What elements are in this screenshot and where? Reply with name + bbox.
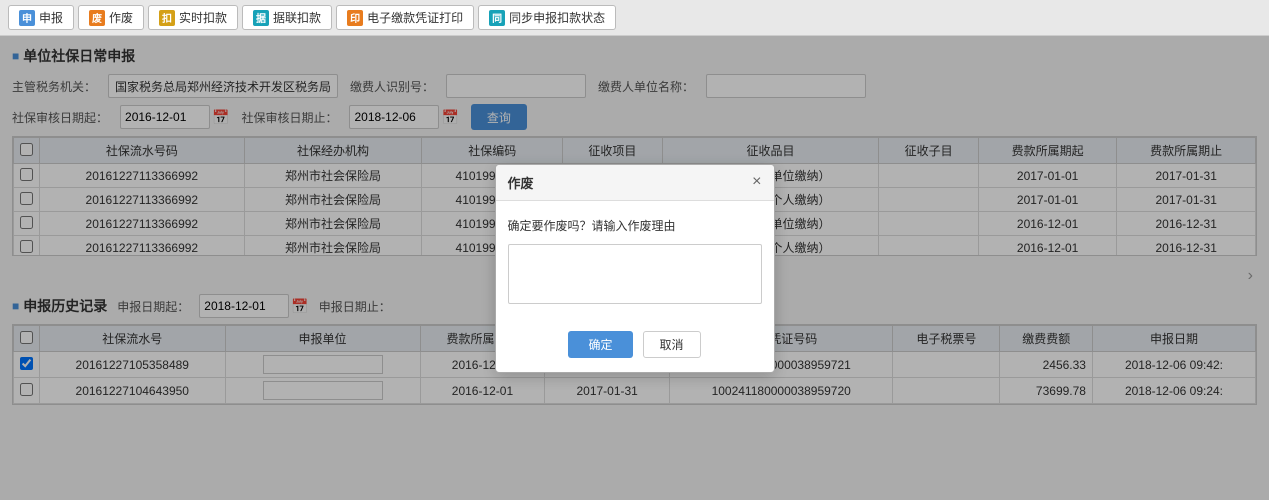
main-content: 单位社保日常申报 主管税务机关： 国家税务总局郑州经济技术开发区税务局 缴费人识… xyxy=(0,36,1269,500)
jujian-label: 据联扣款 xyxy=(273,9,321,26)
modal-confirm-btn[interactable]: 确定 xyxy=(568,331,632,358)
zuofei-label: 作废 xyxy=(109,9,133,26)
zuofei-modal: 作废 × 确定要作废吗？请输入作废理由 确定 取消 xyxy=(495,164,775,373)
zuofei-icon: 废 xyxy=(89,10,105,26)
modal-message: 确定要作废吗？请输入作废理由 xyxy=(508,217,762,234)
modal-cancel-btn[interactable]: 取消 xyxy=(643,331,701,358)
tongbu-icon: 同 xyxy=(489,10,505,26)
tongbu-label: 同步申报扣款状态 xyxy=(509,9,605,26)
toolbar-shenbao-btn[interactable]: 申 申报 xyxy=(8,5,74,30)
dianzi-icon: 印 xyxy=(347,10,363,26)
modal-reason-input[interactable] xyxy=(508,244,762,304)
shishi-label: 实时扣款 xyxy=(179,9,227,26)
toolbar-tongbu-btn[interactable]: 同 同步申报扣款状态 xyxy=(478,5,616,30)
modal-footer: 确定 取消 xyxy=(496,323,774,372)
jujian-icon: 据 xyxy=(253,10,269,26)
toolbar-shishi-btn[interactable]: 扣 实时扣款 xyxy=(148,5,238,30)
modal-title: 作废 xyxy=(508,173,534,192)
toolbar-jujian-btn[interactable]: 据 据联扣款 xyxy=(242,5,332,30)
shenbao-label: 申报 xyxy=(39,9,63,26)
shishi-icon: 扣 xyxy=(159,10,175,26)
toolbar-zuofei-btn[interactable]: 废 作废 xyxy=(78,5,144,30)
modal-overlay: 作废 × 确定要作废吗？请输入作废理由 确定 取消 xyxy=(0,36,1269,500)
modal-close-btn[interactable]: × xyxy=(752,174,761,190)
toolbar: 申 申报 废 作废 扣 实时扣款 据 据联扣款 印 电子缴款凭证打印 同 同步申… xyxy=(0,0,1269,36)
dianzi-label: 电子缴款凭证打印 xyxy=(367,9,463,26)
modal-header: 作废 × xyxy=(496,165,774,201)
modal-body: 确定要作废吗？请输入作废理由 xyxy=(496,201,774,323)
shenbao-icon: 申 xyxy=(19,10,35,26)
toolbar-dianzi-btn[interactable]: 印 电子缴款凭证打印 xyxy=(336,5,474,30)
